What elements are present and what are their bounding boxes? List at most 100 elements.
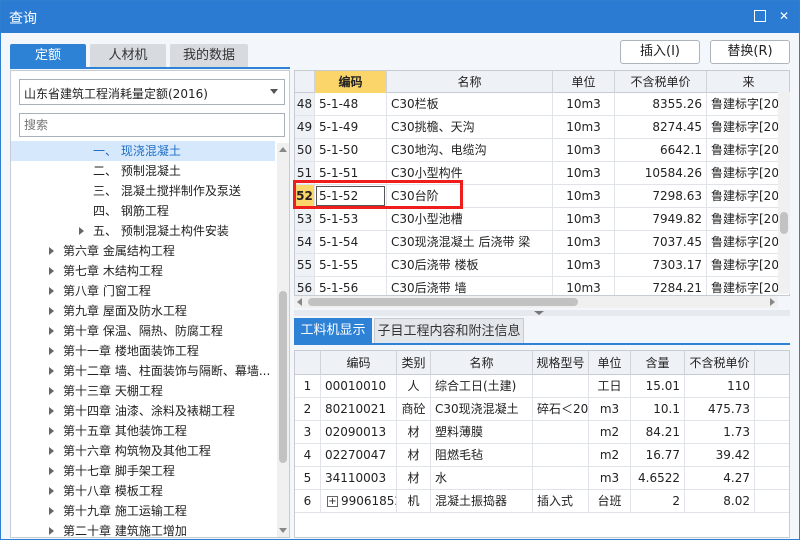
maximize-icon[interactable]: [753, 9, 767, 23]
tab-resources[interactable]: 人材机: [90, 44, 166, 68]
close-icon[interactable]: ✕: [777, 9, 791, 23]
expand-arrow-icon[interactable]: [49, 507, 54, 515]
cell-unit[interactable]: 工日: [589, 375, 631, 397]
cell-qty[interactable]: 15.01: [631, 375, 685, 397]
cell-price[interactable]: 7303.17: [615, 254, 707, 276]
expand-arrow-icon[interactable]: [49, 527, 54, 535]
cell-unit[interactable]: 10m3: [553, 231, 615, 253]
table-row[interactable]: 55 5-1-55 C30后浇带 楼板 10m3 7303.17 鲁建标字[20: [295, 254, 789, 277]
cell-code[interactable]: +990618520: [321, 490, 397, 512]
cell-qty[interactable]: 4.6522: [631, 467, 685, 489]
header-unit[interactable]: 单位: [589, 351, 631, 375]
cell-price[interactable]: 8355.26: [615, 93, 707, 115]
header-spec[interactable]: 规格型号: [533, 351, 589, 375]
tree-item[interactable]: 五、 预制混凝土构件安装: [11, 221, 275, 241]
header-code[interactable]: 编码: [321, 351, 397, 375]
panel-splitter[interactable]: [294, 310, 790, 316]
expand-arrow-icon[interactable]: [49, 247, 54, 255]
expand-arrow-icon[interactable]: [49, 487, 54, 495]
table-row[interactable]: 49 5-1-49 C30挑檐、天沟 10m3 8274.45 鲁建标字[20: [295, 116, 789, 139]
tree-item[interactable]: 第十二章 墙、柱面装饰与隔断、幕墙...: [11, 361, 275, 381]
cell-unit[interactable]: 10m3: [553, 93, 615, 115]
cell-type[interactable]: 材: [397, 444, 431, 466]
cell-unit[interactable]: 10m3: [553, 116, 615, 138]
cell-code[interactable]: 5-1-56: [315, 277, 387, 295]
cell-unit[interactable]: m3: [589, 398, 631, 420]
cell-type[interactable]: 机: [397, 490, 431, 512]
cell-price[interactable]: 7037.45: [615, 231, 707, 253]
cell-code[interactable]: 80210021: [321, 398, 397, 420]
tree-item[interactable]: 第十一章 楼地面装饰工程: [11, 341, 275, 361]
cell-price[interactable]: 475.73: [685, 398, 755, 420]
cell-price[interactable]: 4.27: [685, 467, 755, 489]
tab-work-content[interactable]: 子目工程内容和附注信息: [374, 318, 524, 344]
tab-resource-display[interactable]: 工料机显示: [294, 318, 372, 344]
cell-unit[interactable]: 10m3: [553, 162, 615, 184]
cell-unit[interactable]: 10m3: [553, 254, 615, 276]
table-row[interactable]: 4 02270047 材阻燃毛毡 m2 16.77 39.42: [295, 444, 789, 467]
tree-item[interactable]: 第七章 木结构工程: [11, 261, 275, 281]
table-row[interactable]: 56 5-1-56 C30后浇带 墙 10m3 7284.21 鲁建标字[20: [295, 277, 789, 295]
cell-spec[interactable]: 碎石＜20: [533, 398, 589, 420]
tree-item[interactable]: 第十三章 天棚工程: [11, 381, 275, 401]
cell-code[interactable]: 5-1-50: [315, 139, 387, 161]
table-row[interactable]: 54 5-1-54 C30现浇混凝土 后浇带 梁 10m3 7037.45 鲁建标字[20: [295, 231, 789, 254]
cell-name[interactable]: C30后浇带 楼板: [387, 254, 553, 276]
expand-arrow-icon[interactable]: [79, 227, 84, 235]
cell-name[interactable]: 综合工日(土建): [431, 375, 533, 397]
header-qty[interactable]: 含量: [631, 351, 685, 375]
tree-item[interactable]: 第十五章 其他装饰工程: [11, 421, 275, 441]
table-row[interactable]: 5 34110003 材水 m3 4.6522 4.27: [295, 467, 789, 490]
cell-name[interactable]: C30后浇带 墙: [387, 277, 553, 295]
cell-spec[interactable]: [533, 421, 589, 443]
cell-name[interactable]: C30地沟、电缆沟: [387, 139, 553, 161]
expand-arrow-icon[interactable]: [49, 287, 54, 295]
cell-code[interactable]: 5-1-49: [315, 116, 387, 138]
expand-arrow-icon[interactable]: [49, 407, 54, 415]
table-row[interactable]: 2 80210021 商砼 C30现浇混凝土 碎石＜20 m3 10.1 475.73: [295, 398, 789, 421]
cell-name[interactable]: 阻燃毛毡: [431, 444, 533, 466]
cell-unit[interactable]: m2: [589, 421, 631, 443]
tree-item[interactable]: 第十四章 油漆、涂料及裱糊工程: [11, 401, 275, 421]
cell-name[interactable]: C30现浇混凝土: [431, 398, 533, 420]
cell-price[interactable]: 7298.63: [615, 185, 707, 207]
expand-arrow-icon[interactable]: [49, 427, 54, 435]
cell-qty[interactable]: 2: [631, 490, 685, 512]
tree-item[interactable]: 第十七章 脚手架工程: [11, 461, 275, 481]
cell-code[interactable]: 5-1-54: [315, 231, 387, 253]
tree-item[interactable]: 一、 现浇混凝土: [11, 141, 275, 161]
insert-button[interactable]: 插入(I): [620, 40, 700, 64]
cell-unit[interactable]: m3: [589, 467, 631, 489]
expand-arrow-icon[interactable]: [49, 447, 54, 455]
expand-arrow-icon[interactable]: [49, 307, 54, 315]
cell-type[interactable]: 材: [397, 421, 431, 443]
cell-name[interactable]: 塑料薄膜: [431, 421, 533, 443]
scroll-down-icon[interactable]: [279, 528, 287, 533]
tab-quota[interactable]: 定额: [10, 44, 86, 68]
expand-arrow-icon[interactable]: [49, 347, 54, 355]
tree-item[interactable]: 三、 混凝土搅拌制作及泵送: [11, 181, 275, 201]
header-price[interactable]: 不含税单价: [615, 71, 707, 93]
cell-name[interactable]: C30现浇混凝土 后浇带 梁: [387, 231, 553, 253]
cell-price[interactable]: 7284.21: [615, 277, 707, 295]
cell-unit[interactable]: m2: [589, 444, 631, 466]
header-unit[interactable]: 单位: [553, 71, 615, 93]
table-row[interactable]: 3 02090013 材塑料薄膜 m2 84.21 1.73: [295, 421, 789, 444]
cell-price[interactable]: 7949.82: [615, 208, 707, 230]
cell-code[interactable]: 02090013: [321, 421, 397, 443]
cell-spec[interactable]: 插入式: [533, 490, 589, 512]
cell-unit[interactable]: 10m3: [553, 185, 615, 207]
cell-name[interactable]: C30挑檐、天沟: [387, 116, 553, 138]
cell-code[interactable]: 00010010: [321, 375, 397, 397]
table-row[interactable]: 6+990618520机混凝土振捣器插入式台班28.02: [295, 490, 789, 513]
chevron-down-icon[interactable]: [534, 311, 544, 315]
cell-price[interactable]: 39.42: [685, 444, 755, 466]
cell-price[interactable]: 110: [685, 375, 755, 397]
quota-grid-vscroll[interactable]: [778, 92, 790, 294]
tree-item[interactable]: 第十九章 施工运输工程: [11, 501, 275, 521]
tree-item[interactable]: 第六章 金属结构工程: [11, 241, 275, 261]
header-name[interactable]: 名称: [431, 351, 533, 375]
expand-arrow-icon[interactable]: [49, 367, 54, 375]
search-input[interactable]: [20, 114, 284, 136]
search-box[interactable]: [19, 113, 285, 137]
